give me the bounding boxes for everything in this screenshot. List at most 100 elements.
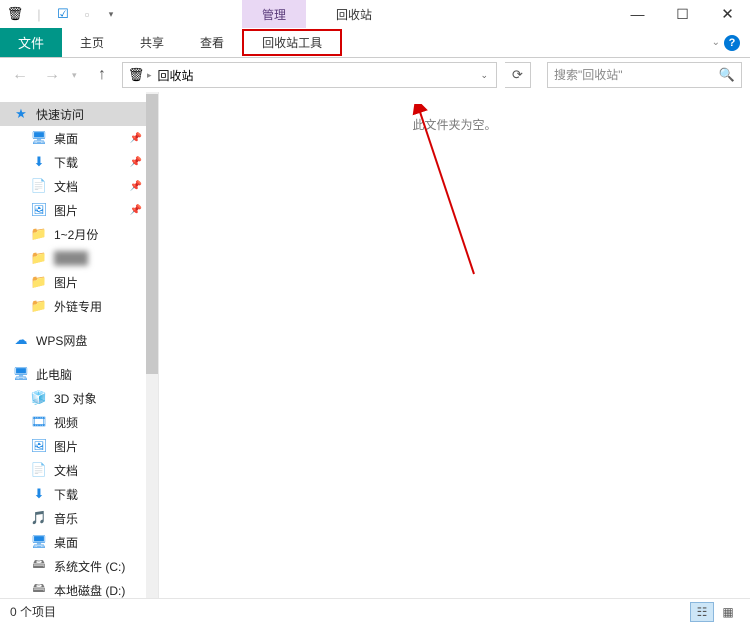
view-mode-buttons: ☷ ▦ xyxy=(690,602,740,622)
sidebar-item-label: 桌面 xyxy=(54,130,78,147)
sidebar-item[interactable]: 📁1~2月份 xyxy=(0,222,148,246)
ribbon-tab-recycle-tools[interactable]: 回收站工具 xyxy=(242,29,342,56)
help-icon[interactable]: ? xyxy=(724,35,740,51)
nav-up-button[interactable]: ↑ xyxy=(90,63,114,87)
sidebar-item-label: 图片 xyxy=(54,202,78,219)
maximize-button[interactable]: ☐ xyxy=(660,0,705,28)
empty-folder-message: 此文件夹为空。 xyxy=(412,116,496,133)
cloud-icon: ☁ xyxy=(12,332,30,348)
sidebar-item-label: 视频 xyxy=(54,414,78,431)
address-dropdown-icon[interactable]: ⌄ xyxy=(476,70,492,81)
ribbon-tab-view[interactable]: 查看 xyxy=(182,28,242,57)
sidebar-item-label: 1~2月份 xyxy=(54,226,98,243)
folder-icon: 📄 xyxy=(30,178,48,194)
recycle-bin-icon[interactable]: 🗑 xyxy=(4,3,26,25)
sidebar-item[interactable]: 🖴本地磁盘 (D:) xyxy=(0,578,148,598)
folder-icon: 📁 xyxy=(30,298,48,314)
sidebar-item[interactable]: 📄 文档 xyxy=(0,458,148,482)
search-input[interactable] xyxy=(554,68,719,82)
sidebar-item[interactable]: 📄 文档 📌 xyxy=(0,174,148,198)
minimize-button[interactable]: ― xyxy=(615,0,660,28)
sidebar-item-label: 桌面 xyxy=(54,534,78,551)
pin-icon: 📌 xyxy=(130,181,142,192)
sidebar-item-label: 系统文件 (C:) xyxy=(54,558,125,575)
pin-icon: 📌 xyxy=(130,205,142,216)
folder-icon: 🖼 xyxy=(30,202,48,218)
refresh-button[interactable]: ⟳ xyxy=(505,62,531,88)
explorer-body: ★ 快速访问 🖥桌面📌⬇下载📌📄文档📌🖼图片📌📁1~2月份📁████📁图片📁外链… xyxy=(0,92,750,598)
sidebar-this-pc[interactable]: 🖥 此电脑 xyxy=(0,362,148,386)
folder-icon: 📁 xyxy=(30,274,48,290)
address-location[interactable]: 回收站 xyxy=(154,67,194,84)
checkbox-icon[interactable]: ☑ xyxy=(52,3,74,25)
sidebar-item[interactable]: 🖥桌面📌 xyxy=(0,126,148,150)
computer-icon: 🖥 xyxy=(12,366,30,382)
sidebar-item[interactable]: 🎞视频 xyxy=(0,410,148,434)
sidebar-item-label: 音乐 xyxy=(54,510,78,527)
nav-history-dropdown-icon[interactable]: ▾ xyxy=(72,70,82,81)
contextual-tab-group: 管理 xyxy=(242,0,306,28)
folder-icon: 📄 xyxy=(30,462,48,478)
sidebar-wps[interactable]: ☁ WPS网盘 xyxy=(0,328,148,352)
folder-icon: ⬇ xyxy=(30,154,48,170)
sidebar-scrollbar[interactable] xyxy=(146,92,158,598)
view-icons-button[interactable]: ▦ xyxy=(716,602,740,622)
navigation-bar: ← → ▾ ↑ 🗑 ▸ 回收站 ⌄ ⟳ 🔍 xyxy=(0,58,750,92)
document-icon[interactable]: ▫ xyxy=(76,3,98,25)
sidebar-item[interactable]: 🎵音乐 xyxy=(0,506,148,530)
folder-icon: 🖼 xyxy=(30,438,48,454)
sidebar-item[interactable]: 🖼 图片 📌 xyxy=(0,198,148,222)
sidebar-label: 此电脑 xyxy=(36,366,72,383)
nav-forward-button[interactable]: → xyxy=(40,63,64,87)
sidebar-item[interactable]: 📁████ xyxy=(0,246,148,270)
sidebar-item[interactable]: 🖥桌面 xyxy=(0,530,148,554)
search-icon[interactable]: 🔍 xyxy=(719,67,735,83)
status-item-count: 0 个项目 xyxy=(10,603,56,620)
quick-access-toolbar: 🗑 | ☑ ▫ ▾ xyxy=(0,3,122,25)
sidebar-item-label: 下载 xyxy=(54,154,78,171)
folder-icon: 🖴 xyxy=(30,555,48,577)
window-title: 回收站 xyxy=(336,6,372,23)
close-button[interactable]: ✕ xyxy=(705,0,750,28)
sidebar-item[interactable]: 🖼 图片 xyxy=(0,434,148,458)
folder-icon: ⬇ xyxy=(30,486,48,502)
content-pane[interactable]: 此文件夹为空。 xyxy=(158,92,750,598)
sidebar-item-label: 图片 xyxy=(54,274,78,291)
sidebar-item[interactable]: 🧊3D 对象 xyxy=(0,386,148,410)
ribbon-tab-home[interactable]: 主页 xyxy=(62,28,122,57)
sidebar-item[interactable]: ⬇下载 xyxy=(0,482,148,506)
sidebar-item[interactable]: ⬇ 下载 📌 xyxy=(0,150,148,174)
ribbon-help-area: ⌄ ? xyxy=(712,28,750,57)
view-details-button[interactable]: ☷ xyxy=(690,602,714,622)
recycle-bin-icon: 🗑 xyxy=(127,66,145,84)
ribbon-tab-share[interactable]: 共享 xyxy=(122,28,182,57)
breadcrumb-separator-icon[interactable]: ▸ xyxy=(145,70,154,81)
sidebar-quick-access[interactable]: ★ 快速访问 xyxy=(0,102,148,126)
context-tab-manage[interactable]: 管理 xyxy=(242,0,306,28)
nav-back-button[interactable]: ← xyxy=(8,63,32,87)
sidebar-item-label: 外链专用 xyxy=(54,298,102,315)
sidebar-item[interactable]: 📁 外链专用 xyxy=(0,294,148,318)
navigation-pane: ★ 快速访问 🖥桌面📌⬇下载📌📄文档📌🖼图片📌📁1~2月份📁████📁图片📁外链… xyxy=(0,92,148,598)
sidebar-item-label: 文档 xyxy=(54,462,78,479)
sidebar-wrapper: ★ 快速访问 🖥桌面📌⬇下载📌📄文档📌🖼图片📌📁1~2月份📁████📁图片📁外链… xyxy=(0,92,158,598)
ribbon-tabs: 文件 主页 共享 查看 回收站工具 ⌄ ? xyxy=(0,28,750,58)
sidebar-label: WPS网盘 xyxy=(36,332,87,349)
sidebar-item-label: ████ xyxy=(54,251,88,265)
pin-icon: 📌 xyxy=(130,157,142,168)
folder-icon: 🧊 xyxy=(30,390,48,406)
sidebar-item[interactable]: 📁 图片 xyxy=(0,270,148,294)
pin-icon: 📌 xyxy=(130,133,142,144)
sidebar-scrollbar-thumb[interactable] xyxy=(146,94,158,374)
qat-dropdown-icon[interactable]: ▾ xyxy=(100,3,122,25)
ribbon-collapse-icon[interactable]: ⌄ xyxy=(712,37,720,48)
sidebar-item-label: 图片 xyxy=(54,438,78,455)
sidebar-item-label: 文档 xyxy=(54,178,78,195)
file-tab[interactable]: 文件 xyxy=(0,28,62,57)
address-bar[interactable]: 🗑 ▸ 回收站 ⌄ xyxy=(122,62,497,88)
sidebar-item[interactable]: 🖴 系统文件 (C:) xyxy=(0,554,148,578)
search-box[interactable]: 🔍 xyxy=(547,62,742,88)
sidebar-label: 快速访问 xyxy=(36,106,84,123)
folder-icon: 🖴 xyxy=(30,579,48,598)
qat-separator: | xyxy=(28,3,50,25)
